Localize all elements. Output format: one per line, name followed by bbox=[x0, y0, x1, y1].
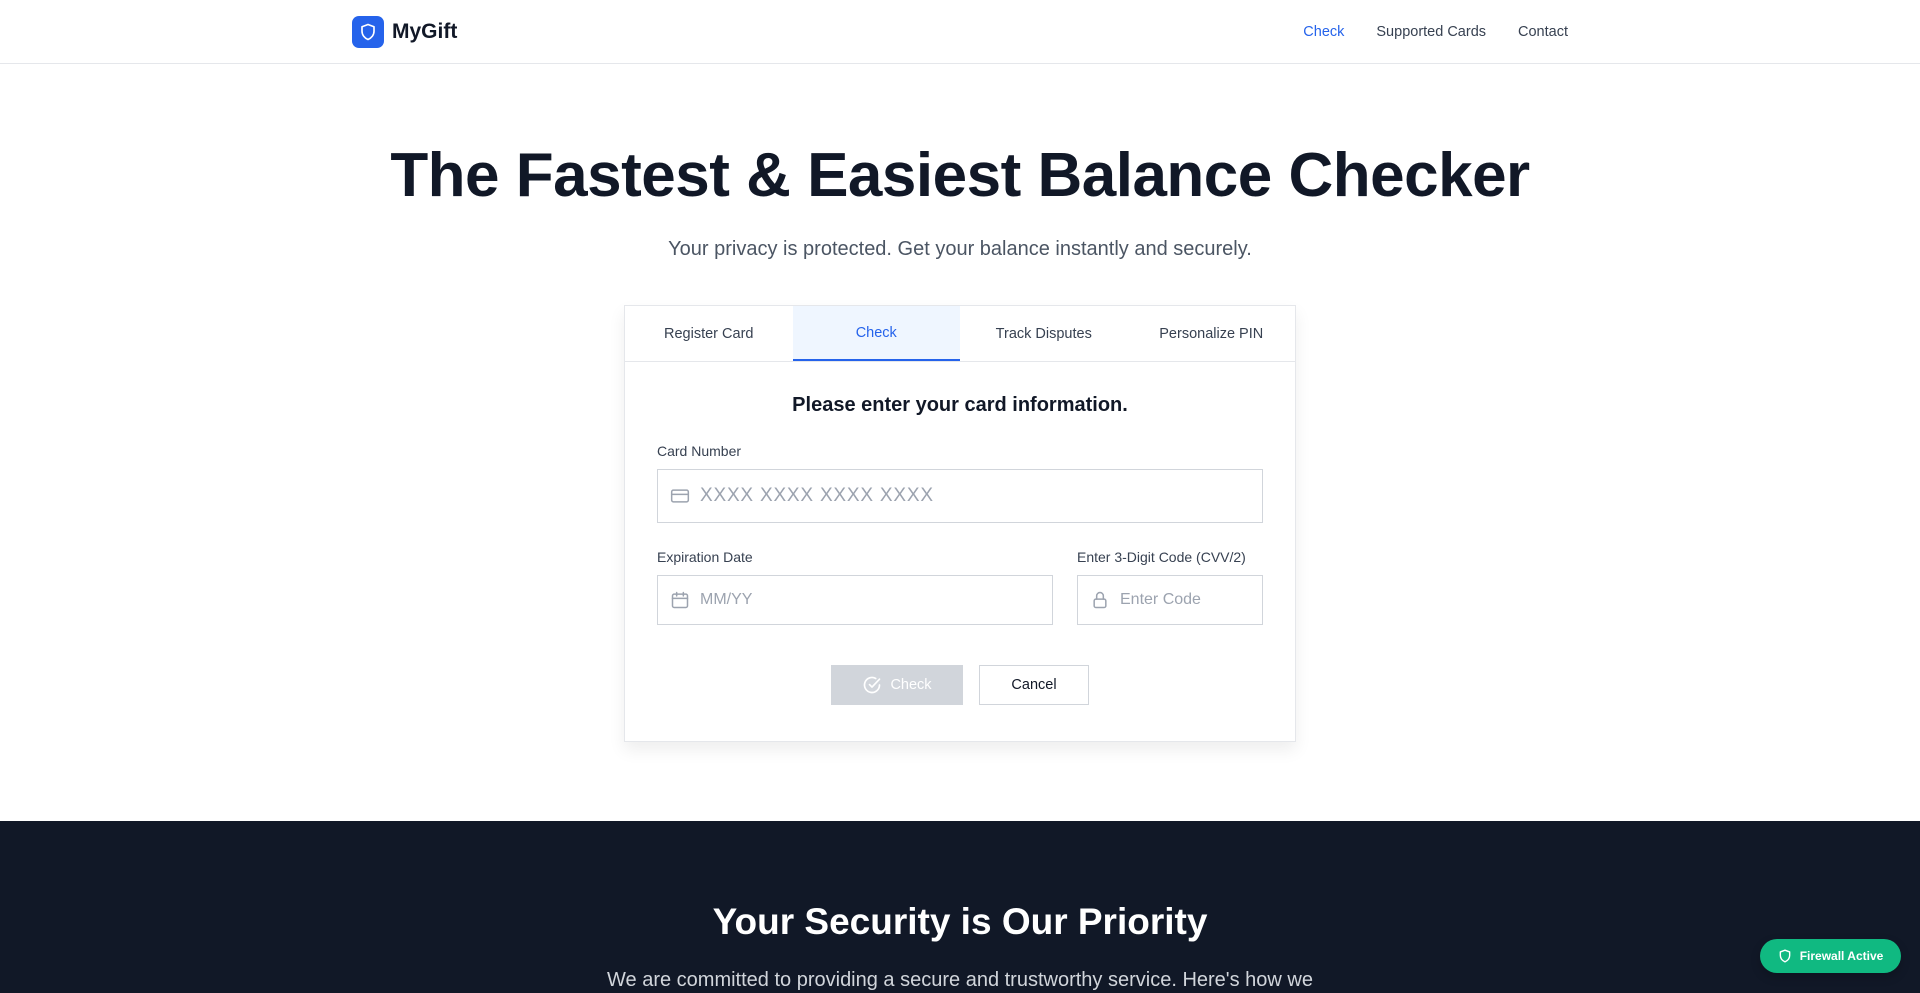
expiration-group: Expiration Date bbox=[657, 549, 1053, 625]
main-nav: Check Supported Cards Contact bbox=[1303, 24, 1568, 40]
expiry-cvv-row: Expiration Date Enter 3-Digit Code (CVV/… bbox=[657, 549, 1263, 625]
nav-contact[interactable]: Contact bbox=[1518, 24, 1568, 40]
balance-check-card: Register Card Check Track Disputes Perso… bbox=[624, 305, 1296, 742]
shield-icon bbox=[1778, 949, 1792, 963]
hero-subtitle: Your privacy is protected. Get your bala… bbox=[668, 238, 1252, 261]
nav-check[interactable]: Check bbox=[1303, 24, 1344, 40]
card-number-input[interactable] bbox=[700, 485, 1262, 507]
check-button[interactable]: Check bbox=[831, 665, 963, 705]
cancel-button[interactable]: Cancel bbox=[979, 665, 1089, 705]
check-button-label: Check bbox=[890, 677, 932, 693]
cvv-wrapper bbox=[1077, 575, 1263, 625]
cvv-group: Enter 3-Digit Code (CVV/2) bbox=[1077, 549, 1263, 625]
form-actions: Check Cancel bbox=[657, 665, 1263, 705]
card-number-group: Card Number bbox=[657, 443, 1263, 523]
cvv-label: Enter 3-Digit Code (CVV/2) bbox=[1077, 549, 1246, 565]
hero-title: The Fastest & Easiest Balance Checker bbox=[390, 141, 1530, 210]
expiration-label: Expiration Date bbox=[657, 549, 753, 565]
tab-check[interactable]: Check bbox=[792, 306, 960, 361]
tab-register-card[interactable]: Register Card bbox=[625, 306, 793, 361]
firewall-status-badge[interactable]: Firewall Active bbox=[1760, 939, 1901, 973]
cvv-input[interactable] bbox=[1120, 591, 1262, 609]
card-number-label: Card Number bbox=[657, 443, 742, 459]
lock-icon bbox=[1090, 590, 1110, 610]
header-inner: MyGift Check Supported Cards Contact bbox=[352, 0, 1568, 64]
security-section: Your Security is Our Priority We are com… bbox=[0, 821, 1920, 993]
card-number-wrapper bbox=[657, 469, 1263, 523]
expiration-input[interactable] bbox=[700, 591, 1052, 609]
security-text: We are committed to providing a secure a… bbox=[607, 969, 1313, 991]
security-title: Your Security is Our Priority bbox=[712, 901, 1208, 942]
form-title: Please enter your card information. bbox=[792, 394, 1128, 416]
tab-personalize-pin[interactable]: Personalize PIN bbox=[1128, 306, 1296, 361]
hero: The Fastest & Easiest Balance Checker Yo… bbox=[0, 64, 1920, 261]
nav-supported-cards[interactable]: Supported Cards bbox=[1376, 24, 1486, 40]
shield-logo-icon bbox=[352, 16, 384, 48]
expiration-wrapper bbox=[657, 575, 1053, 625]
form-body: Please enter your card information. Card… bbox=[625, 362, 1295, 705]
check-circle-icon bbox=[862, 675, 882, 695]
brand[interactable]: MyGift bbox=[352, 16, 457, 48]
site-header: MyGift Check Supported Cards Contact bbox=[0, 0, 1920, 64]
brand-name: MyGift bbox=[392, 20, 458, 43]
calendar-icon bbox=[670, 590, 690, 610]
form-tabs: Register Card Check Track Disputes Perso… bbox=[625, 306, 1295, 362]
firewall-badge-label: Firewall Active bbox=[1799, 949, 1884, 963]
tab-track-disputes[interactable]: Track Disputes bbox=[960, 306, 1128, 361]
credit-card-icon bbox=[670, 486, 690, 506]
